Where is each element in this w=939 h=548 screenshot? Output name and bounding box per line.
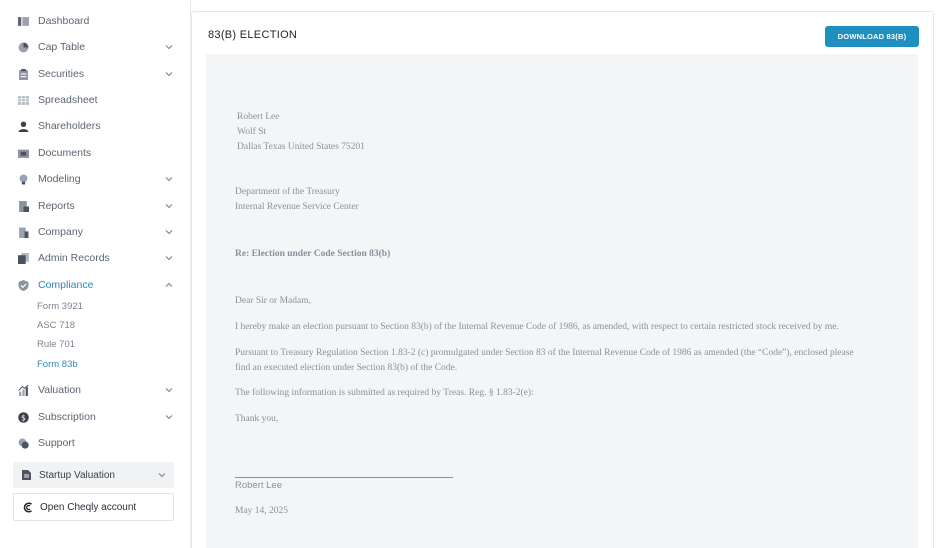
sidebar-item-company[interactable]: Company [12, 221, 180, 243]
sidebar-item-label: Cap Table [38, 41, 86, 53]
doc-recipient-irs: Internal Revenue Service Center [235, 202, 359, 212]
sidebar-subitem-form-3921[interactable]: Form 3921 [37, 299, 83, 315]
sidebar-item-admin-records[interactable]: Admin Records [12, 247, 180, 269]
chevron-down-icon [164, 253, 174, 263]
open-cheqly-account-button[interactable]: Open Cheqly account [13, 493, 174, 521]
sidebar-item-securities[interactable]: Securities [12, 63, 180, 85]
sidebar-item-label: Shareholders [38, 120, 101, 132]
document-icon [22, 470, 31, 480]
folder-icon [12, 148, 30, 159]
chevron-down-icon [164, 42, 174, 52]
growth-chart-icon [12, 384, 30, 396]
doc-recipient-dept: Department of the Treasury [235, 187, 340, 197]
doc-date: May 14, 2025 [235, 506, 289, 516]
chevron-up-icon [164, 280, 174, 290]
sidebar-item-cap-table[interactable]: Cap Table [12, 36, 180, 58]
sidebar-item-label: Admin Records [38, 252, 110, 264]
svg-text:$: $ [21, 413, 26, 422]
cheqly-logo-icon [23, 501, 34, 513]
cheqly-label: Open Cheqly account [40, 501, 137, 513]
shield-check-icon [12, 279, 30, 291]
sidebar-subitem-asc-718[interactable]: ASC 718 [37, 318, 75, 334]
dollar-coin-icon: $ [12, 411, 30, 423]
doc-sender-name: Robert Lee [237, 112, 280, 122]
doc-paragraph-2b: find an executed election under Section … [235, 363, 458, 373]
sidebar-item-label: Reports [38, 200, 75, 212]
sidebar-item-label: Valuation [38, 384, 82, 396]
sidebar: Dashboard Cap Table Securities Spreadshe… [0, 0, 191, 548]
pie-chart-icon [12, 42, 30, 53]
dashboard-icon [12, 16, 30, 27]
clipboard-icon [12, 68, 30, 80]
support-chat-icon [12, 438, 30, 449]
doc-sender-city: Dallas Texas United States 75201 [237, 142, 365, 152]
download-83b-button[interactable]: DOWNLOAD 83(B) [825, 26, 919, 47]
sidebar-item-shareholders[interactable]: Shareholders [12, 115, 180, 137]
chevron-down-icon [158, 471, 166, 479]
signature-line [235, 477, 453, 478]
doc-signature-name: Robert Lee [235, 480, 283, 491]
lightbulb-icon [12, 173, 30, 185]
records-icon [12, 252, 30, 264]
startup-valuation-dropdown[interactable]: Startup Valuation [13, 462, 174, 488]
doc-paragraph-3: The following information is submitted a… [235, 388, 534, 398]
sidebar-item-documents[interactable]: Documents [12, 142, 180, 164]
sidebar-item-valuation[interactable]: Valuation [12, 379, 180, 401]
sidebar-item-modeling[interactable]: Modeling [12, 168, 180, 190]
sidebar-item-reports[interactable]: Reports [12, 195, 180, 217]
chevron-down-icon [164, 412, 174, 422]
sidebar-item-label: Securities [38, 68, 85, 80]
sidebar-subitem-form-83b[interactable]: Form 83b [37, 357, 78, 373]
chevron-down-icon [164, 227, 174, 237]
sidebar-item-subscription[interactable]: $ Subscription [12, 406, 180, 428]
spreadsheet-icon [12, 95, 30, 106]
sidebar-item-label: Documents [38, 147, 92, 159]
doc-subject: Re: Election under Code Section 83(b) [235, 249, 391, 259]
sidebar-item-label: Spreadsheet [38, 94, 98, 106]
doc-salutation: Dear Sir or Madam, [235, 296, 311, 306]
report-icon [12, 200, 30, 212]
sidebar-item-label: Support [38, 437, 75, 449]
chevron-down-icon [164, 385, 174, 395]
document-preview: Robert Lee Wolf St Dallas Texas United S… [206, 54, 918, 548]
doc-paragraph-1: I hereby make an election pursuant to Se… [235, 322, 839, 332]
sidebar-item-label: Subscription [38, 411, 96, 423]
sidebar-item-label: Compliance [38, 279, 94, 291]
doc-closing: Thank you, [235, 414, 279, 424]
building-icon [12, 227, 30, 238]
sidebar-subitem-rule-701[interactable]: Rule 701 [37, 337, 75, 353]
sidebar-item-label: Dashboard [38, 15, 90, 27]
startup-valuation-label: Startup Valuation [39, 469, 115, 481]
chevron-down-icon [164, 174, 174, 184]
chevron-down-icon [164, 201, 174, 211]
sidebar-item-spreadsheet[interactable]: Spreadsheet [12, 89, 180, 111]
chevron-down-icon [164, 69, 174, 79]
sidebar-item-dashboard[interactable]: Dashboard [12, 10, 180, 32]
page-title: 83(B) ELECTION [208, 29, 298, 41]
sidebar-item-label: Company [38, 226, 83, 238]
sidebar-item-support[interactable]: Support [12, 432, 180, 454]
sidebar-item-compliance[interactable]: Compliance [12, 274, 180, 296]
sidebar-item-label: Modeling [38, 173, 81, 185]
doc-paragraph-2a: Pursuant to Treasury Regulation Section … [235, 348, 854, 358]
user-icon [12, 121, 30, 132]
doc-sender-street: Wolf St [237, 127, 267, 137]
